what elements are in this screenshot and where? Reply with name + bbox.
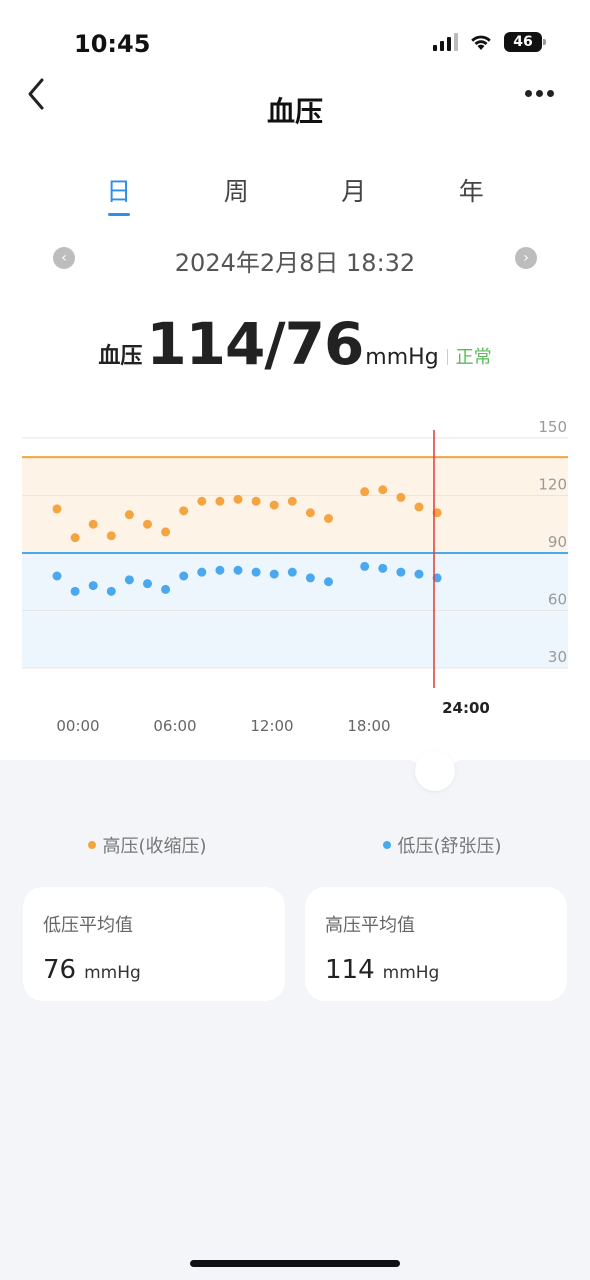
diastolic-point <box>215 565 225 575</box>
tab-month[interactable]: 月 <box>295 172 413 216</box>
status-icons: 46 <box>433 32 546 52</box>
wifi-icon <box>471 35 491 50</box>
battery-level: 46 <box>513 34 533 50</box>
systolic-point <box>197 496 207 506</box>
next-date-icon[interactable]: › <box>515 247 537 269</box>
systolic-band <box>22 457 568 553</box>
systolic-point <box>106 531 116 541</box>
diastolic-point <box>179 571 189 581</box>
diastolic-point <box>233 565 243 575</box>
diastolic-dot-icon <box>383 841 392 849</box>
current-reading: 血压 114/76 mmHg 正常 <box>0 312 590 376</box>
systolic-point <box>378 485 388 495</box>
card-number: 76 <box>43 955 77 985</box>
diastolic-point <box>70 586 80 596</box>
systolic-point <box>52 504 62 514</box>
diastolic-point <box>287 567 297 577</box>
diastolic-point <box>305 573 315 583</box>
home-indicator[interactable] <box>190 1260 400 1267</box>
status-badge: 正常 <box>455 347 492 368</box>
diastolic-point <box>269 569 279 579</box>
systolic-point <box>143 519 152 529</box>
x-tick-label: 12:00 <box>250 717 293 735</box>
systolic-point <box>88 519 98 529</box>
diastolic-point <box>324 577 333 587</box>
systolic-point <box>124 510 134 520</box>
card-title: 高压平均值 <box>325 915 415 936</box>
card-number: 114 <box>325 955 375 985</box>
y-tick-label: 60 <box>548 591 567 609</box>
systolic-point <box>269 500 279 510</box>
systolic-point <box>414 502 424 512</box>
systolic-average-card: 高压平均值 114 mmHg <box>305 887 567 1001</box>
systolic-point <box>161 527 171 537</box>
card-title: 低压平均值 <box>43 915 133 936</box>
diastolic-point <box>143 579 152 589</box>
card-value: 76 mmHg <box>43 955 265 985</box>
y-tick-label: 120 <box>538 476 567 494</box>
reading-label: 血压 <box>98 344 143 369</box>
systolic-point <box>251 496 261 506</box>
tab-day[interactable]: 日 <box>60 172 178 216</box>
systolic-point <box>324 514 333 523</box>
page-title: 血压 <box>266 95 323 128</box>
diastolic-point <box>88 581 98 591</box>
more-options-icon[interactable] <box>525 90 554 97</box>
diastolic-point <box>161 584 171 594</box>
systolic-point <box>233 494 243 504</box>
blood-pressure-chart[interactable]: 150 120 90 60 30 00:00 06:00 12:00 18:00 24:00 <box>0 420 590 750</box>
diastolic-point <box>124 575 134 585</box>
divider <box>446 349 448 365</box>
diastolic-point <box>251 567 261 577</box>
systolic-point <box>305 508 315 518</box>
status-time: 10:45 <box>74 30 151 58</box>
tab-year[interactable]: 年 <box>413 172 531 216</box>
systolic-point <box>396 492 406 502</box>
x-tick-label: 06:00 <box>153 717 196 735</box>
cellular-signal-icon <box>433 33 458 51</box>
legend-diastolic-label: 低压(舒张压) <box>397 836 502 857</box>
reading-unit: mmHg <box>365 345 439 370</box>
legend-diastolic: 低压(舒张压) <box>383 832 502 858</box>
period-tabs: 日 周 月 年 <box>60 172 530 216</box>
y-tick-label: 150 <box>538 420 567 436</box>
date-label: 2024年2月8日 18:32 <box>174 249 416 277</box>
systolic-point <box>287 496 297 506</box>
systolic-point <box>215 496 225 506</box>
chart-legend: 高压(收缩压) 低压(舒张压) <box>0 832 590 858</box>
tab-week[interactable]: 周 <box>178 172 296 216</box>
time-selector-handle[interactable] <box>415 751 455 791</box>
diastolic-point <box>378 563 388 573</box>
card-unit: mmHg <box>84 963 141 983</box>
diastolic-point <box>414 569 424 579</box>
card-unit: mmHg <box>382 963 440 983</box>
legend-systolic-label: 高压(收缩压) <box>102 836 207 857</box>
y-tick-label: 90 <box>548 533 567 551</box>
battery-icon: 46 <box>504 32 546 52</box>
systolic-point <box>179 506 189 516</box>
diastolic-point <box>197 567 207 577</box>
diastolic-point <box>360 561 370 571</box>
reading-value: 114/76 <box>146 310 364 378</box>
x-tick-label: 00:00 <box>56 717 99 735</box>
card-value: 114 mmHg <box>325 955 547 985</box>
systolic-point <box>360 487 370 497</box>
marker-time-label: 24:00 <box>442 699 490 717</box>
diastolic-point <box>396 567 406 577</box>
diastolic-point <box>52 571 62 581</box>
systolic-dot-icon <box>88 841 97 849</box>
legend-systolic: 高压(收缩压) <box>88 832 207 858</box>
y-tick-label: 30 <box>548 648 567 666</box>
x-tick-label: 18:00 <box>347 717 390 735</box>
diastolic-point <box>106 586 116 596</box>
systolic-point <box>70 533 80 543</box>
diastolic-average-card: 低压平均值 76 mmHg <box>23 887 285 1001</box>
